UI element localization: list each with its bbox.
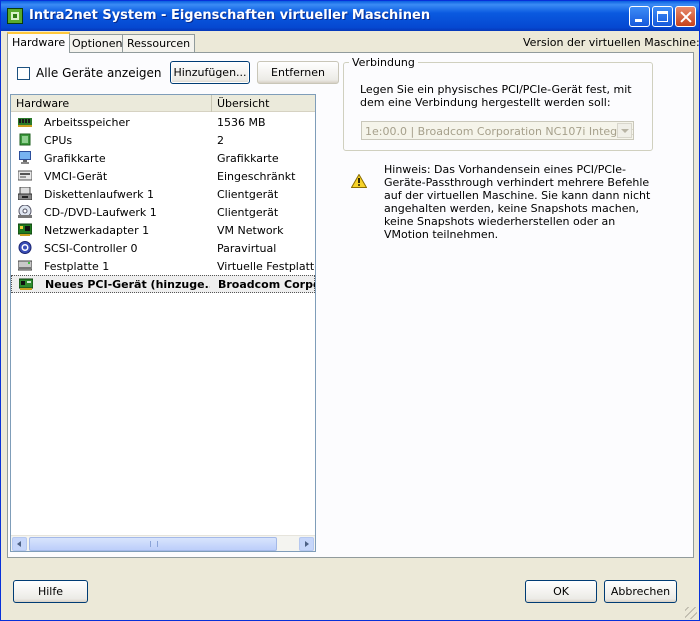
tab-hardware[interactable]: Hardware xyxy=(7,32,71,53)
scrollbar-thumb[interactable] xyxy=(29,537,277,551)
hardware-row[interactable]: VMCI-Gerät Eingeschränkt xyxy=(11,167,315,185)
hardware-row-selected[interactable]: Neues PCI-Gerät (hinzuge... Broadcom Cor… xyxy=(11,275,315,293)
hardware-list-header: Hardware Übersicht xyxy=(11,95,315,112)
hardware-name: CPUs xyxy=(44,134,73,147)
pci-device-select: 1e:00.0 | Broadcom Corporation NC107i In… xyxy=(361,121,634,140)
title-bar[interactable]: Intra2net System - Eigenschaften virtuel… xyxy=(1,1,699,31)
hardware-row[interactable]: CPUs 2 xyxy=(11,131,315,149)
properties-dialog: Intra2net System - Eigenschaften virtuel… xyxy=(0,0,700,621)
vmci-icon xyxy=(18,170,32,181)
tab-ressourcen[interactable]: Ressourcen xyxy=(122,34,196,52)
hardware-name: Arbeitsspeicher xyxy=(44,116,130,129)
hardware-name: SCSI-Controller 0 xyxy=(44,242,138,255)
hardware-summary: VM Network xyxy=(217,224,284,237)
connection-legend: Verbindung xyxy=(349,56,418,69)
monitor-icon xyxy=(19,151,31,164)
window-title: Intra2net System - Eigenschaften virtuel… xyxy=(29,8,431,23)
arrow-left-icon xyxy=(17,541,21,547)
hardware-summary: Eingeschränkt xyxy=(217,170,296,183)
column-header-summary[interactable]: Übersicht xyxy=(212,95,315,112)
hardware-row[interactable]: Festplatte 1 Virtuelle Festplatte xyxy=(11,257,315,275)
hardware-row[interactable]: CD-/DVD-Laufwerk 1 Clientgerät xyxy=(11,203,315,221)
minimize-button[interactable] xyxy=(629,6,650,27)
hardware-summary: Grafikkarte xyxy=(217,152,279,165)
hardware-row[interactable]: Netzwerkadapter 1 VM Network xyxy=(11,221,315,239)
hardware-name: Diskettenlaufwerk 1 xyxy=(44,188,154,201)
help-button-label: Hilfe xyxy=(37,584,64,598)
hardware-summary: Virtuelle Festplatte xyxy=(217,260,315,273)
hardware-row[interactable]: Arbeitsspeicher 1536 MB xyxy=(11,113,315,131)
hardware-row[interactable]: Grafikkarte Grafikkarte xyxy=(11,149,315,167)
scroll-left-button[interactable] xyxy=(12,537,27,551)
minimize-icon xyxy=(635,19,642,22)
show-all-devices-checkbox[interactable] xyxy=(17,67,30,80)
scroll-right-button[interactable] xyxy=(299,537,314,551)
disk-icon xyxy=(18,260,32,271)
hardware-name: VMCI-Gerät xyxy=(44,170,108,183)
cancel-button[interactable]: Abbrechen xyxy=(604,580,677,603)
grip-icon xyxy=(150,541,158,547)
warning-icon xyxy=(351,174,367,188)
hardware-summary: Paravirtual xyxy=(217,242,277,255)
hardware-row[interactable]: SCSI-Controller 0 Paravirtual xyxy=(11,239,315,257)
hardware-summary: 2 xyxy=(217,134,224,147)
hardware-list[interactable]: Hardware Übersicht Arbeitsspeicher 1536 … xyxy=(10,94,316,552)
ok-button[interactable]: OK xyxy=(525,580,597,603)
hardware-name: CD-/DVD-Laufwerk 1 xyxy=(44,206,157,219)
column-header-hardware[interactable]: Hardware xyxy=(11,95,212,112)
add-hardware-button[interactable]: Hinzufügen... xyxy=(170,61,250,84)
maximize-icon xyxy=(657,11,668,22)
hardware-name: Neues PCI-Gerät (hinzuge... xyxy=(45,278,210,291)
help-button[interactable]: Hilfe xyxy=(13,580,88,603)
remove-hardware-button[interactable]: Entfernen xyxy=(257,61,339,84)
connection-description: Legen Sie ein physisches PCI/PCIe-Gerät … xyxy=(360,83,632,109)
pci-device-value: 1e:00.0 | Broadcom Corporation NC107i In… xyxy=(365,125,634,138)
close-button[interactable] xyxy=(675,6,696,27)
hardware-name: Festplatte 1 xyxy=(44,260,110,273)
resize-grip-icon[interactable] xyxy=(685,607,697,619)
arrow-right-icon xyxy=(305,541,309,547)
dropdown-arrow-icon xyxy=(617,123,632,138)
hardware-name: Grafikkarte xyxy=(44,152,106,165)
hardware-row[interactable]: Diskettenlaufwerk 1 Clientgerät xyxy=(11,185,315,203)
network-icon xyxy=(18,223,32,236)
memory-icon xyxy=(18,118,32,127)
tab-optionen[interactable]: Optionen xyxy=(67,34,128,52)
cpu-icon xyxy=(19,133,31,146)
scsi-icon xyxy=(18,241,32,254)
cdrom-icon xyxy=(18,205,32,218)
hardware-rows: Arbeitsspeicher 1536 MB CPUs 2 Grafikkar… xyxy=(11,113,315,293)
maximize-button[interactable] xyxy=(652,6,673,27)
pci-icon xyxy=(19,278,33,290)
show-all-devices-label[interactable]: Alle Geräte anzeigen xyxy=(36,66,162,80)
hardware-summary: Broadcom Corpor xyxy=(218,278,316,291)
floppy-icon xyxy=(18,187,32,200)
hardware-summary: Clientgerät xyxy=(217,188,279,201)
horizontal-scrollbar[interactable] xyxy=(11,535,315,551)
hardware-summary: 1536 MB xyxy=(217,116,266,129)
hardware-summary: Clientgerät xyxy=(217,206,279,219)
vm-app-icon xyxy=(7,8,23,24)
passthrough-warning-text: Hinweis: Das Vorhandensein eines PCI/PCI… xyxy=(384,163,651,241)
hardware-name: Netzwerkadapter 1 xyxy=(44,224,150,237)
vm-version-label: Version der virtuellen Maschine: 7 xyxy=(523,36,700,49)
